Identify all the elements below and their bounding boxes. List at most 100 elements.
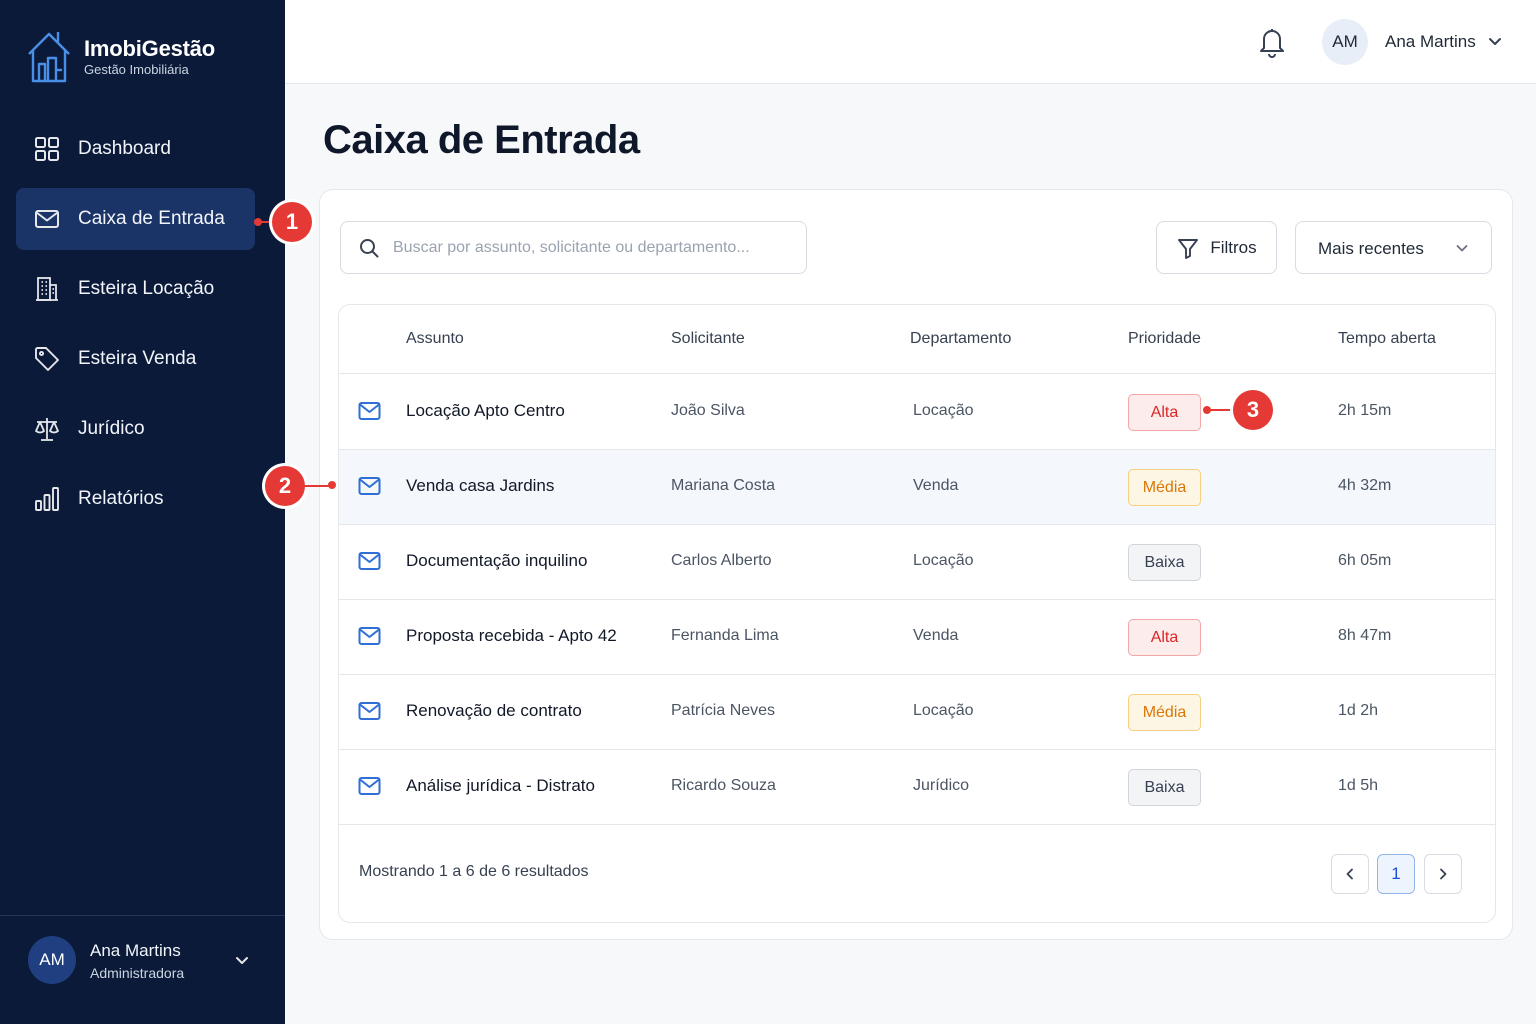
table-row[interactable]: Renovação de contrato Patrícia Neves Loc…: [339, 675, 1495, 750]
pagination-page-button[interactable]: 1: [1377, 854, 1415, 894]
chevron-left-icon: [1346, 868, 1353, 880]
bar-chart-icon: [32, 484, 62, 514]
column-header-subject[interactable]: Assunto: [406, 330, 464, 348]
building-house-icon: [28, 32, 70, 83]
row-time-open: 1d 5h: [1338, 777, 1379, 794]
table-footer: Mostrando 1 a 6 de 6 resultados 1: [339, 825, 1495, 922]
mail-icon: [358, 627, 381, 645]
chevron-right-icon: [1440, 868, 1447, 880]
filter-button[interactable]: Filtros: [1156, 221, 1277, 274]
user-role: Administradora: [90, 965, 185, 981]
filter-button-label: Filtros: [1210, 237, 1257, 257]
sidebar-item-caixa-de-entrada[interactable]: Caixa de Entrada: [16, 188, 255, 250]
row-department: Locação: [913, 402, 974, 419]
callout-badge-3: 3: [1233, 390, 1273, 430]
search-icon: [360, 239, 379, 258]
brand-subtitle: Gestão Imobiliária: [84, 62, 189, 77]
mail-icon: [358, 702, 381, 720]
brand-name: ImobiGestão: [84, 36, 216, 61]
user-name: Ana Martins: [90, 941, 181, 960]
row-department: Locação: [913, 702, 974, 719]
priority-badge: Baixa: [1128, 769, 1201, 806]
sort-select[interactable]: Mais recentes: [1295, 221, 1492, 274]
sidebar-item-label: Jurídico: [78, 418, 145, 439]
row-subject: Renovação de contrato: [406, 701, 582, 720]
priority-badge: Média: [1128, 694, 1201, 731]
sidebar-item-label: Caixa de Entrada: [78, 208, 225, 229]
column-header-time-open[interactable]: Tempo aberta: [1338, 330, 1436, 348]
row-requester: Patrícia Neves: [671, 702, 776, 719]
avatar[interactable]: AM: [1322, 19, 1368, 65]
row-time-open: 1d 2h: [1338, 702, 1379, 719]
search-box[interactable]: [340, 221, 807, 274]
sidebar-item-label: Esteira Locação: [78, 278, 215, 299]
mail-icon: [358, 552, 381, 570]
bell-icon[interactable]: [1257, 26, 1287, 58]
row-subject: Proposta recebida - Apto 42: [406, 626, 617, 645]
row-department: Venda: [913, 477, 959, 494]
table-row[interactable]: Locação Apto Centro João Silva Locação A…: [339, 375, 1495, 450]
sidebar-item-label: Esteira Venda: [78, 348, 197, 369]
mail-icon: [358, 477, 381, 495]
sort-select-value: Mais recentes: [1318, 239, 1424, 258]
sidebar-nav: Dashboard Caixa de Entrada Esteira Locaç…: [16, 118, 255, 538]
sidebar-user-menu[interactable]: AM Ana Martins Administradora: [0, 915, 285, 1024]
inbox-table: Assunto Solicitante Departamento Priorid…: [338, 304, 1496, 923]
row-subject: Análise jurídica - Distrato: [406, 776, 595, 795]
sidebar-item-esteira-locacao[interactable]: Esteira Locação: [16, 258, 255, 320]
chevron-down-icon: [1456, 245, 1468, 252]
filter-icon: [1178, 238, 1199, 259]
row-department: Locação: [913, 552, 974, 569]
callout-pointer: [328, 481, 336, 489]
row-time-open: 8h 47m: [1338, 627, 1392, 644]
callout-badge-1: 1: [272, 202, 312, 242]
chevron-down-icon[interactable]: [232, 950, 252, 970]
priority-badge: Média: [1128, 469, 1201, 506]
row-requester: Ricardo Souza: [671, 777, 776, 794]
avatar: AM: [28, 936, 76, 984]
row-requester: Fernanda Lima: [671, 627, 779, 644]
scale-icon: [32, 414, 62, 444]
priority-badge: Alta: [1128, 619, 1201, 656]
row-subject: Documentação inquilino: [406, 551, 588, 570]
brand[interactable]: ImobiGestão Gestão Imobiliária: [26, 30, 215, 84]
row-time-open: 6h 05m: [1338, 552, 1392, 569]
row-department: Venda: [913, 627, 959, 644]
column-header-priority[interactable]: Prioridade: [1128, 330, 1201, 348]
column-header-requester[interactable]: Solicitante: [671, 330, 745, 348]
callout-line: [304, 485, 330, 487]
mail-icon: [358, 777, 381, 795]
row-time-open: 4h 32m: [1338, 477, 1392, 494]
tag-icon: [32, 344, 62, 374]
column-header-department[interactable]: Departamento: [910, 330, 1011, 348]
search-input[interactable]: [393, 222, 793, 273]
pagination-prev-button[interactable]: [1331, 854, 1369, 894]
row-department: Jurídico: [913, 777, 970, 794]
page-title: Caixa de Entrada: [323, 118, 640, 162]
sidebar: ImobiGestão Gestão Imobiliária Dashboard…: [0, 0, 285, 1024]
chevron-down-icon[interactable]: [1486, 32, 1504, 50]
table-row[interactable]: Análise jurídica - Distrato Ricardo Souz…: [339, 750, 1495, 825]
sidebar-item-relatorios[interactable]: Relatórios: [16, 468, 255, 530]
sidebar-item-juridico[interactable]: Jurídico: [16, 398, 255, 460]
sidebar-item-esteira-venda[interactable]: Esteira Venda: [16, 328, 255, 390]
sidebar-item-label: Relatórios: [78, 488, 164, 509]
row-requester: João Silva: [671, 402, 745, 419]
row-requester: Mariana Costa: [671, 477, 776, 494]
table-header: Assunto Solicitante Departamento Priorid…: [339, 305, 1495, 374]
callout-line: [1207, 409, 1235, 411]
callout-badge-2: 2: [265, 466, 305, 506]
pagination-next-button[interactable]: [1424, 854, 1462, 894]
grid-icon: [32, 134, 62, 164]
table-row[interactable]: Venda casa Jardins Mariana Costa Venda M…: [339, 450, 1495, 525]
table-row[interactable]: Proposta recebida - Apto 42 Fernanda Lim…: [339, 600, 1495, 675]
row-time-open: 2h 15m: [1338, 402, 1392, 419]
row-requester: Carlos Alberto: [671, 552, 772, 569]
inbox-card: Filtros Mais recentes Assunto Solicitant…: [319, 189, 1513, 940]
table-row[interactable]: Documentação inquilino Carlos Alberto Lo…: [339, 525, 1495, 600]
topbar: AM Ana Martins: [285, 0, 1536, 84]
row-subject: Locação Apto Centro: [406, 401, 565, 420]
sidebar-item-dashboard[interactable]: Dashboard: [16, 118, 255, 180]
sidebar-item-label: Dashboard: [78, 138, 171, 159]
user-name[interactable]: Ana Martins: [1385, 32, 1476, 52]
